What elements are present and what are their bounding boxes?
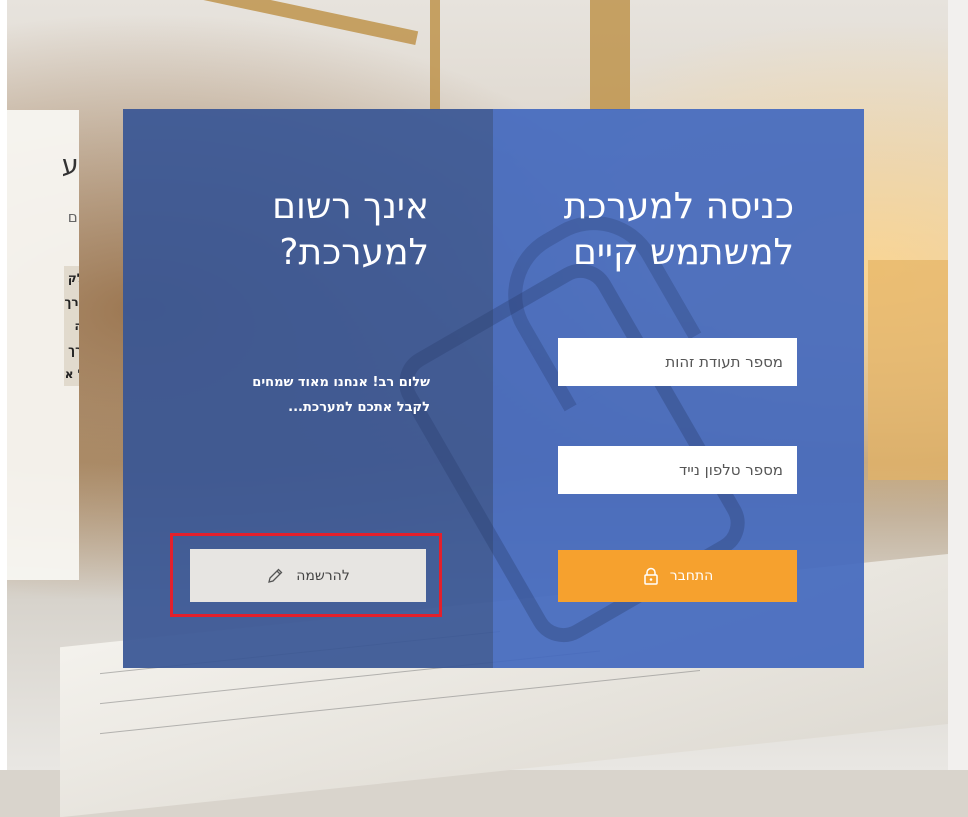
register-heading: אינך רשום למערכת? [272,186,429,273]
lock-icon [642,567,660,585]
login-button[interactable]: התחבר [558,550,797,602]
mobile-phone-input[interactable] [558,446,797,494]
register-button-label: להרשמה [296,567,350,584]
info-card: מע שלום כחלק העורך בניה מערך לכל א [7,110,79,580]
info-card-line: מערך [64,338,79,362]
crane-decoration [590,0,630,110]
left-edge [0,0,7,770]
crane-decoration [430,0,440,110]
pencil-icon [266,567,284,585]
id-number-input[interactable] [558,338,797,386]
info-card-line: כחלק [64,266,79,290]
login-heading: כניסה למערכת למשתמש קיים [563,186,794,273]
right-edge [948,0,968,770]
welcome-text: שלום רב! אנחנו מאוד שמחים לקבל אתכם למער… [252,375,430,415]
info-card-line: העורך [64,290,79,314]
info-card-text: כחלק העורך בניה מערך לכל א [64,266,79,386]
login-button-label: התחבר [669,568,714,584]
register-button[interactable]: להרשמה [190,549,426,602]
info-card-line: לכל א [64,362,79,386]
info-card-subtitle: שלום [67,208,79,226]
info-card-line: בניה [64,314,79,338]
info-card-title: מע [61,150,79,181]
building-decoration [868,260,948,480]
